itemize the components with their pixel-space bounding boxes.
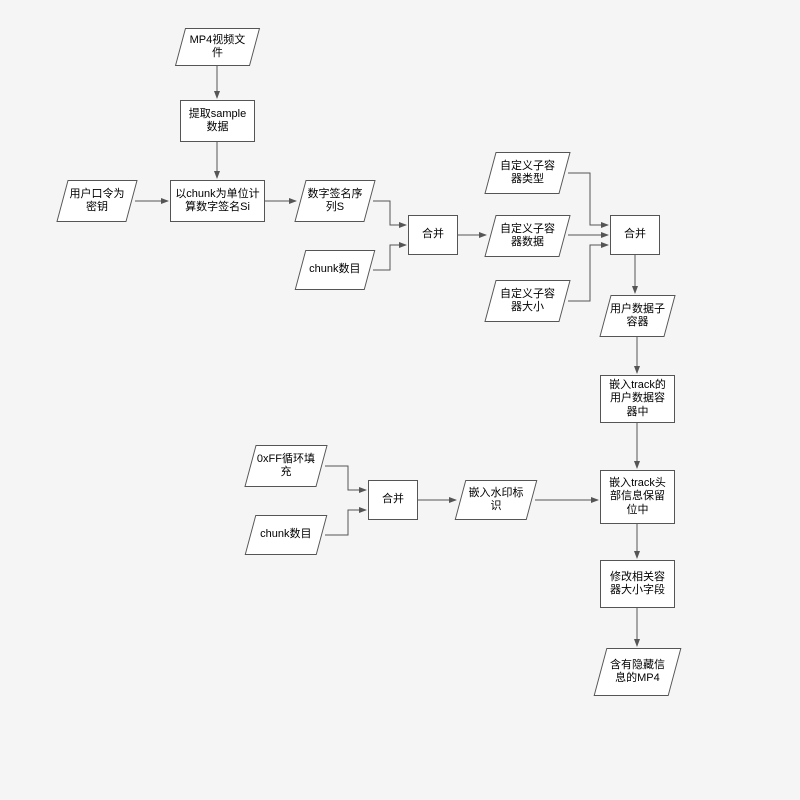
chunk-count-2: chunk数目 [245, 515, 328, 555]
label: 数字签名序列S [305, 188, 365, 214]
label: 含有隐藏信息的MP4 [605, 659, 670, 685]
label: 嵌入track的用户数据容器中 [605, 379, 670, 419]
embed-track-udta: 嵌入track的用户数据容器中 [600, 375, 675, 423]
label: MP4视频文件 [185, 34, 250, 60]
custom-type: 自定义子容器类型 [484, 152, 570, 194]
label: chunk数目 [260, 528, 311, 541]
label: 以chunk为单位计算数字签名Si [175, 188, 260, 214]
calc-signature: 以chunk为单位计算数字签名Si [170, 180, 265, 222]
label: 修改相关容器大小字段 [605, 571, 670, 597]
mp4-input: MP4视频文件 [175, 28, 260, 66]
user-key: 用户口令为密钥 [56, 180, 137, 222]
label: 用户口令为密钥 [67, 188, 127, 214]
label: 合并 [382, 493, 404, 506]
label: 0xFF循环填充 [255, 453, 317, 479]
label: 合并 [624, 228, 646, 241]
label: 提取sample数据 [185, 108, 250, 134]
user-box: 用户数据子容器 [599, 295, 675, 337]
label: 嵌入track头部信息保留位中 [605, 477, 670, 517]
fill-0xff: 0xFF循环填充 [244, 445, 327, 487]
modify-size-fields: 修改相关容器大小字段 [600, 560, 675, 608]
label: chunk数目 [309, 263, 360, 276]
custom-size: 自定义子容器大小 [484, 280, 570, 322]
embed-track-header: 嵌入track头部信息保留位中 [600, 470, 675, 524]
label: 嵌入水印标识 [465, 487, 527, 513]
sig-seq: 数字签名序列S [294, 180, 375, 222]
label: 自定义子容器大小 [495, 288, 560, 314]
label: 用户数据子容器 [610, 303, 665, 329]
label: 合并 [422, 228, 444, 241]
merge-1: 合并 [408, 215, 458, 255]
embed-watermark: 嵌入水印标识 [455, 480, 538, 520]
extract-sample: 提取sample数据 [180, 100, 255, 142]
merge-2: 合并 [610, 215, 660, 255]
flow-arrows [0, 0, 800, 800]
merge-3: 合并 [368, 480, 418, 520]
output-mp4: 含有隐藏信息的MP4 [594, 648, 682, 696]
custom-data: 自定义子容器数据 [484, 215, 570, 257]
chunk-count-1: chunk数目 [295, 250, 376, 290]
label: 自定义子容器类型 [495, 160, 560, 186]
label: 自定义子容器数据 [495, 223, 560, 249]
